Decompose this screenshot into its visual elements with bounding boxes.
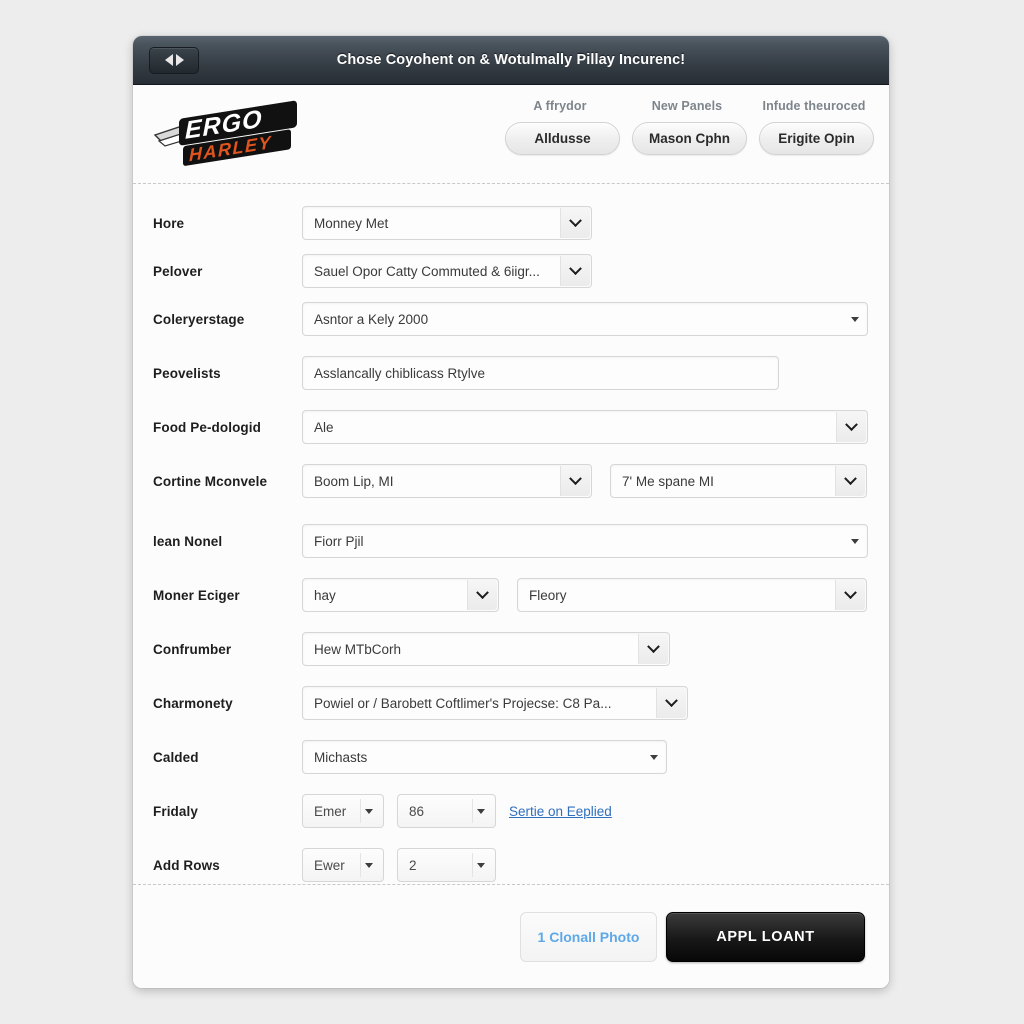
form-row-peovelists: Peovelists Asslancally chiblicass Rtylve xyxy=(153,356,869,390)
form-body: Hore Monney Met Pelover Sauel Opor Catty… xyxy=(133,184,889,884)
label-lean-nonel: lean Nonel xyxy=(153,533,223,549)
select-hore-value: Monney Met xyxy=(314,215,389,231)
triangle-down-icon[interactable] xyxy=(847,311,863,327)
chevron-down-icon[interactable] xyxy=(560,466,590,496)
label-confrumber: Confrumber xyxy=(153,641,232,657)
title-bar: Chose Coyohent on & Wotulmally Pillay In… xyxy=(133,36,889,85)
select-food-pe-dologid-value: Ale xyxy=(314,419,334,435)
label-food-pe-dologid: Food Pe-dologid xyxy=(153,419,261,435)
form-row-coleryerstage: Coleryerstage Asntor a Kely 2000 xyxy=(153,302,869,336)
sertie-on-eeplied-link[interactable]: Sertie on Eeplied xyxy=(509,804,612,819)
ergo-harley-logo-icon: ERGO HARLEY xyxy=(153,100,297,166)
select-cortine-state-value: 7' Me spane MI xyxy=(622,473,714,489)
arrow-left-icon[interactable] xyxy=(164,54,173,66)
chevron-down-icon[interactable] xyxy=(638,634,668,664)
triangle-down-icon[interactable] xyxy=(361,857,377,873)
nav-caption-2: Infude theuroced xyxy=(762,99,866,113)
arrow-right-icon[interactable] xyxy=(175,54,184,66)
form-footer: 1 Clonall Photo APPL LOANT xyxy=(133,884,889,988)
select-add-rows-b[interactable]: 2 xyxy=(397,848,496,882)
select-coleryerstage-value: Asntor a Kely 2000 xyxy=(314,311,429,327)
form-row-hore: Hore Monney Met xyxy=(153,206,869,240)
chevron-down-icon[interactable] xyxy=(835,466,865,496)
label-coleryerstage: Coleryerstage xyxy=(153,311,245,327)
form-row-pelover: Pelover Sauel Opor Catty Commuted & 6iig… xyxy=(153,254,869,288)
nav-caption-1: New Panels xyxy=(651,99,723,113)
label-charmonety: Charmonety xyxy=(153,695,233,711)
select-add-rows-b-value: 2 xyxy=(409,857,417,873)
form-row-lean-nonel: lean Nonel Fiorr Pjil xyxy=(153,524,869,558)
chevron-down-icon[interactable] xyxy=(656,688,686,718)
select-moner-eciger-a[interactable]: hay xyxy=(302,578,499,612)
select-add-rows-a[interactable]: Ewer xyxy=(302,848,384,882)
navigation-arrows-button[interactable] xyxy=(149,46,199,74)
chevron-down-icon[interactable] xyxy=(836,412,866,442)
select-fridaly-a[interactable]: Emer xyxy=(302,794,384,828)
select-pelover[interactable]: Sauel Opor Catty Commuted & 6iigr... xyxy=(302,254,592,288)
chevron-down-icon[interactable] xyxy=(835,580,865,610)
form-row-fridaly: Fridaly Emer 86 Sertie on Eeplied xyxy=(153,794,869,828)
select-moner-eciger-b[interactable]: Fleory xyxy=(517,578,867,612)
label-moner-eciger: Moner Eciger xyxy=(153,587,240,603)
nav-button-mason-cphn[interactable]: Mason Cphn xyxy=(632,122,747,155)
form-row-charmonety: Charmonety Powiel or / Barobett Coftlime… xyxy=(153,686,869,720)
select-cortine-state[interactable]: 7' Me spane MI xyxy=(610,464,867,498)
triangle-down-icon[interactable] xyxy=(847,533,863,549)
header-nav-group: A ffrydor Alldusse New Panels Mason Cphn… xyxy=(505,99,874,155)
select-hore[interactable]: Monney Met xyxy=(302,206,592,240)
appl-loant-button[interactable]: APPL LOANT xyxy=(666,911,865,962)
label-pelover: Pelover xyxy=(153,263,203,279)
triangle-down-icon[interactable] xyxy=(646,749,662,765)
label-hore: Hore xyxy=(153,215,185,231)
triangle-down-icon[interactable] xyxy=(473,857,489,873)
input-peovelists-value: Asslancally chiblicass Rtylve xyxy=(314,365,486,381)
chevron-down-icon[interactable] xyxy=(560,256,590,286)
select-cortine-city[interactable]: Boom Lip, MI xyxy=(302,464,592,498)
select-confrumber-value: Hew MTbCorh xyxy=(314,641,402,657)
label-cortine-mconvele: Cortine Mconvele xyxy=(153,473,268,489)
window-title: Chose Coyohent on & Wotulmally Pillay In… xyxy=(336,52,686,68)
header-nav-item-0: A ffrydor Alldusse xyxy=(505,99,620,155)
label-fridaly: Fridaly xyxy=(153,803,198,819)
select-lean-nonel[interactable]: Fiorr Pjil xyxy=(302,524,868,558)
form-row-moner-eciger: Moner Eciger hay Fleory xyxy=(153,578,869,612)
label-calded: Calded xyxy=(153,749,199,765)
chevron-down-icon[interactable] xyxy=(467,580,497,610)
label-add-rows: Add Rows xyxy=(153,857,220,873)
select-lean-nonel-value: Fiorr Pjil xyxy=(314,533,364,549)
form-row-calded: Calded Michasts xyxy=(153,740,869,774)
form-row-cortine-mconvele: Cortine Mconvele Boom Lip, MI 7' Me span… xyxy=(153,464,869,498)
triangle-down-icon[interactable] xyxy=(473,803,489,819)
nav-caption-0: A ffrydor xyxy=(533,99,587,113)
application-window: Chose Coyohent on & Wotulmally Pillay In… xyxy=(133,36,889,988)
select-calded-value: Michasts xyxy=(314,749,368,765)
select-moner-eciger-b-value: Fleory xyxy=(529,587,567,603)
triangle-down-icon[interactable] xyxy=(361,803,377,819)
select-fridaly-b[interactable]: 86 xyxy=(397,794,496,828)
select-pelover-value: Sauel Opor Catty Commuted & 6iigr... xyxy=(314,263,540,279)
select-food-pe-dologid[interactable]: Ale xyxy=(302,410,868,444)
chevron-down-icon[interactable] xyxy=(560,208,590,238)
select-confrumber[interactable]: Hew MTbCorh xyxy=(302,632,670,666)
clonall-photo-button[interactable]: 1 Clonall Photo xyxy=(520,911,657,962)
nav-button-alldusse[interactable]: Alldusse xyxy=(505,122,620,155)
label-peovelists: Peovelists xyxy=(153,365,221,381)
select-fridaly-b-value: 86 xyxy=(409,803,425,819)
form-row-food-pe-dologid: Food Pe-dologid Ale xyxy=(153,410,869,444)
input-peovelists[interactable]: Asslancally chiblicass Rtylve xyxy=(302,356,779,390)
header-nav-item-1: New Panels Mason Cphn xyxy=(632,99,747,155)
select-calded[interactable]: Michasts xyxy=(302,740,667,774)
header-nav-item-2: Infude theuroced Erigite Opin xyxy=(759,99,874,155)
select-charmonety-value: Powiel or / Barobett Coftlimer's Projecs… xyxy=(314,695,612,711)
select-coleryerstage[interactable]: Asntor a Kely 2000 xyxy=(302,302,868,336)
select-charmonety[interactable]: Powiel or / Barobett Coftlimer's Projecs… xyxy=(302,686,688,720)
nav-button-erigite-opin[interactable]: Erigite Opin xyxy=(759,122,874,155)
page-header: ERGO HARLEY A ffrydor Alldusse New Panel… xyxy=(133,85,889,184)
brand-logo: ERGO HARLEY xyxy=(153,99,313,167)
form-row-add-rows: Add Rows Ewer 2 xyxy=(153,848,869,882)
form-row-confrumber: Confrumber Hew MTbCorh xyxy=(153,632,869,666)
select-cortine-city-value: Boom Lip, MI xyxy=(314,473,394,489)
